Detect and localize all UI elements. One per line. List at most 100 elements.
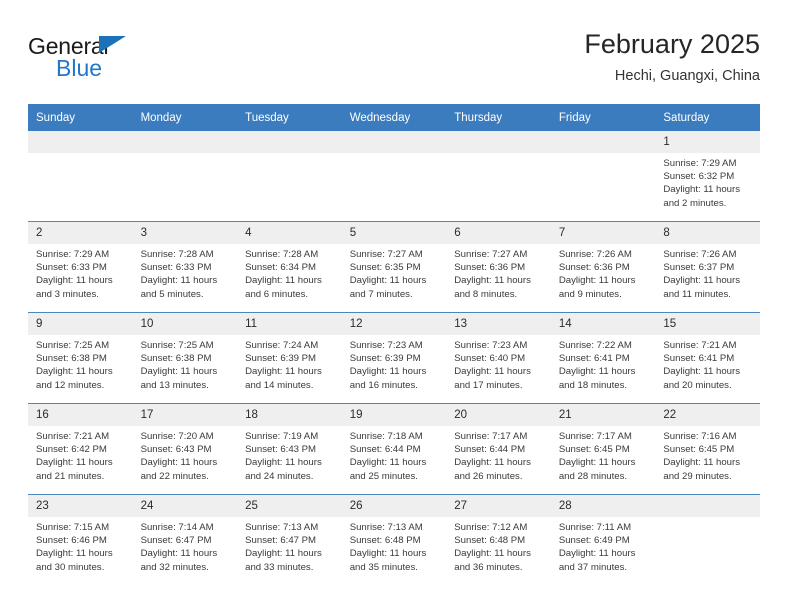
daylight-text-line2: and 25 minutes.: [349, 470, 418, 482]
weekday-header-thursday: Thursday: [446, 104, 551, 131]
day-cell[interactable]: 24 Sunrise: 7:14 AM Sunset: 6:47 PM Dayl…: [132, 494, 238, 585]
sunrise-text: Sunrise: 7:26 AM: [663, 249, 737, 260]
daylight-text-line1: Daylight: 11 hours: [36, 457, 113, 469]
sunset-text: Sunset: 6:36 PM: [454, 262, 526, 274]
daylight-text-line2: and 16 minutes.: [349, 379, 418, 391]
day-number: 5: [341, 222, 447, 244]
sunset-text: Sunset: 6:40 PM: [454, 353, 526, 365]
day-cell[interactable]: [341, 131, 447, 222]
day-number: [237, 131, 342, 153]
day-cell[interactable]: 6 Sunrise: 7:27 AM Sunset: 6:36 PM Dayli…: [446, 221, 551, 313]
daylight-text-line2: and 13 minutes.: [140, 379, 209, 391]
sunset-text: Sunset: 6:47 PM: [140, 535, 212, 547]
daylight-text-line1: Daylight: 11 hours: [349, 548, 427, 560]
sunrise-text: Sunrise: 7:23 AM: [349, 340, 423, 351]
sunset-text: Sunset: 6:34 PM: [245, 262, 317, 274]
day-number: 20: [446, 404, 551, 426]
day-details: Sunrise: 7:23 AM Sunset: 6:39 PM Dayligh…: [342, 335, 447, 392]
day-cell[interactable]: 1 Sunrise: 7:29 AM Sunset: 6:32 PM Dayli…: [655, 131, 760, 222]
day-cell[interactable]: 27 Sunrise: 7:12 AM Sunset: 6:48 PM Dayl…: [446, 494, 551, 585]
day-details: Sunrise: 7:25 AM Sunset: 6:38 PM Dayligh…: [133, 335, 238, 392]
day-number: 1: [655, 131, 760, 153]
daylight-text-line2: and 7 minutes.: [349, 288, 413, 300]
day-cell[interactable]: 12 Sunrise: 7:23 AM Sunset: 6:39 PM Dayl…: [341, 312, 447, 404]
sunrise-text: Sunrise: 7:25 AM: [36, 340, 110, 351]
day-cell[interactable]: 14 Sunrise: 7:22 AM Sunset: 6:41 PM Dayl…: [550, 312, 656, 404]
sunset-text: Sunset: 6:38 PM: [140, 353, 212, 365]
day-number: 18: [237, 404, 342, 426]
day-cell[interactable]: 20 Sunrise: 7:17 AM Sunset: 6:44 PM Dayl…: [446, 403, 551, 495]
day-cell[interactable]: 8 Sunrise: 7:26 AM Sunset: 6:37 PM Dayli…: [655, 221, 760, 313]
day-number: 16: [28, 404, 133, 426]
day-number: [28, 131, 133, 153]
sunset-text: Sunset: 6:48 PM: [454, 535, 526, 547]
day-cell[interactable]: 19 Sunrise: 7:18 AM Sunset: 6:44 PM Dayl…: [341, 403, 447, 495]
day-cell[interactable]: 28 Sunrise: 7:11 AM Sunset: 6:49 PM Dayl…: [550, 494, 656, 585]
daylight-text-line1: Daylight: 11 hours: [140, 548, 218, 560]
daylight-text-line1: Daylight: 11 hours: [454, 275, 531, 287]
sunset-text: Sunset: 6:36 PM: [558, 262, 630, 274]
day-cell[interactable]: [446, 131, 551, 222]
day-number: 15: [655, 313, 760, 335]
sunrise-text: Sunrise: 7:16 AM: [663, 431, 737, 442]
sunrise-text: Sunrise: 7:20 AM: [140, 431, 214, 442]
day-cell[interactable]: 4 Sunrise: 7:28 AM Sunset: 6:34 PM Dayli…: [237, 221, 342, 313]
daylight-text-line1: Daylight: 11 hours: [245, 366, 322, 378]
day-cell[interactable]: 2 Sunrise: 7:29 AM Sunset: 6:33 PM Dayli…: [28, 221, 133, 313]
day-cell[interactable]: 16 Sunrise: 7:21 AM Sunset: 6:42 PM Dayl…: [28, 403, 133, 495]
daylight-text-line2: and 12 minutes.: [36, 379, 105, 391]
day-details: Sunrise: 7:29 AM Sunset: 6:32 PM Dayligh…: [655, 153, 760, 210]
sunrise-text: Sunrise: 7:23 AM: [454, 340, 528, 351]
day-cell[interactable]: 17 Sunrise: 7:20 AM Sunset: 6:43 PM Dayl…: [132, 403, 238, 495]
daylight-text-line2: and 36 minutes.: [454, 561, 523, 573]
day-number: 24: [132, 495, 238, 517]
day-cell[interactable]: [237, 131, 342, 222]
general-blue-logo: General Blue: [28, 28, 148, 86]
day-details: Sunrise: 7:15 AM Sunset: 6:46 PM Dayligh…: [28, 517, 133, 574]
day-cell[interactable]: 21 Sunrise: 7:17 AM Sunset: 6:45 PM Dayl…: [550, 403, 656, 495]
day-cell[interactable]: 7 Sunrise: 7:26 AM Sunset: 6:36 PM Dayli…: [550, 221, 656, 313]
daylight-text-line2: and 17 minutes.: [454, 379, 523, 391]
day-details: Sunrise: 7:18 AM Sunset: 6:44 PM Dayligh…: [342, 426, 447, 483]
day-cell[interactable]: 13 Sunrise: 7:23 AM Sunset: 6:40 PM Dayl…: [446, 312, 551, 404]
day-details: Sunrise: 7:21 AM Sunset: 6:41 PM Dayligh…: [655, 335, 760, 392]
sunset-text: Sunset: 6:41 PM: [558, 353, 630, 365]
daylight-text-line1: Daylight: 11 hours: [349, 457, 427, 469]
daylight-text-line1: Daylight: 11 hours: [140, 275, 218, 287]
sunset-text: Sunset: 6:43 PM: [245, 444, 317, 456]
daylight-text-line2: and 32 minutes.: [140, 561, 209, 573]
day-details: Sunrise: 7:17 AM Sunset: 6:45 PM Dayligh…: [551, 426, 656, 483]
day-cell[interactable]: 18 Sunrise: 7:19 AM Sunset: 6:43 PM Dayl…: [237, 403, 342, 495]
day-number: 3: [132, 222, 238, 244]
week-row: 9 Sunrise: 7:25 AM Sunset: 6:38 PM Dayli…: [28, 312, 760, 404]
day-cell[interactable]: 22 Sunrise: 7:16 AM Sunset: 6:45 PM Dayl…: [655, 403, 760, 495]
day-details: Sunrise: 7:13 AM Sunset: 6:47 PM Dayligh…: [237, 517, 342, 574]
daylight-text-line2: and 30 minutes.: [36, 561, 105, 573]
sunset-text: Sunset: 6:45 PM: [663, 444, 735, 456]
daylight-text-line1: Daylight: 11 hours: [558, 366, 636, 378]
day-cell[interactable]: 11 Sunrise: 7:24 AM Sunset: 6:39 PM Dayl…: [237, 312, 342, 404]
day-cell[interactable]: 3 Sunrise: 7:28 AM Sunset: 6:33 PM Dayli…: [132, 221, 238, 313]
day-cell[interactable]: 25 Sunrise: 7:13 AM Sunset: 6:47 PM Dayl…: [237, 494, 342, 585]
day-cell[interactable]: [655, 494, 760, 585]
day-cell[interactable]: [28, 131, 133, 222]
day-details: Sunrise: 7:21 AM Sunset: 6:42 PM Dayligh…: [28, 426, 133, 483]
day-cell[interactable]: 15 Sunrise: 7:21 AM Sunset: 6:41 PM Dayl…: [655, 312, 760, 404]
day-cell[interactable]: 23 Sunrise: 7:15 AM Sunset: 6:46 PM Dayl…: [28, 494, 133, 585]
day-cell[interactable]: [550, 131, 656, 222]
day-cell[interactable]: 10 Sunrise: 7:25 AM Sunset: 6:38 PM Dayl…: [132, 312, 238, 404]
daylight-text-line2: and 3 minutes.: [36, 288, 99, 300]
sunrise-text: Sunrise: 7:22 AM: [558, 340, 632, 351]
daylight-text-line1: Daylight: 11 hours: [140, 457, 218, 469]
day-cell[interactable]: 26 Sunrise: 7:13 AM Sunset: 6:48 PM Dayl…: [341, 494, 447, 585]
week-row: 1 Sunrise: 7:29 AM Sunset: 6:32 PM Dayli…: [28, 131, 760, 222]
day-number: [655, 495, 760, 517]
sunrise-text: Sunrise: 7:25 AM: [140, 340, 214, 351]
day-details: Sunrise: 7:26 AM Sunset: 6:37 PM Dayligh…: [655, 244, 760, 301]
day-cell[interactable]: 5 Sunrise: 7:27 AM Sunset: 6:35 PM Dayli…: [341, 221, 447, 313]
day-cell[interactable]: [132, 131, 238, 222]
day-cell[interactable]: 9 Sunrise: 7:25 AM Sunset: 6:38 PM Dayli…: [28, 312, 133, 404]
triangle-icon: [99, 36, 126, 53]
daylight-text-line1: Daylight: 11 hours: [36, 548, 113, 560]
weekday-header-friday: Friday: [550, 104, 656, 131]
